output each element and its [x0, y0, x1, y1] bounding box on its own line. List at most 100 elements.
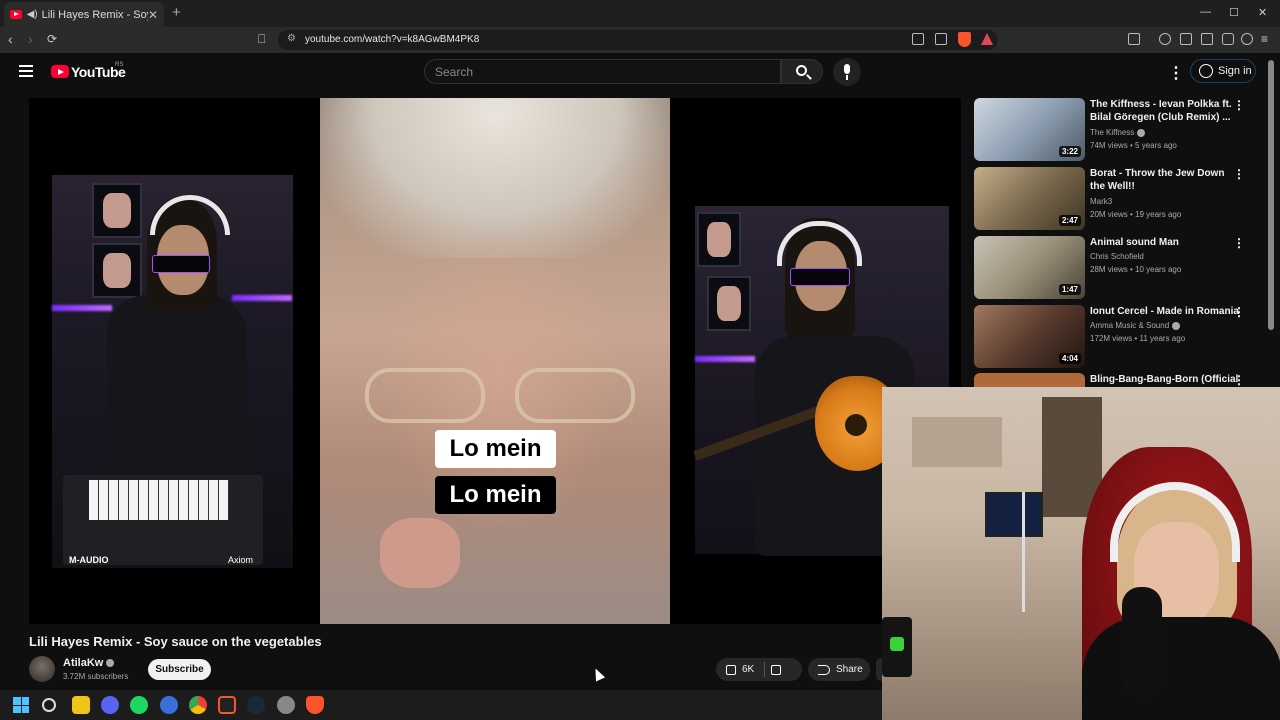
video-center-panel: Lo mein Lo mein: [320, 98, 670, 624]
brave-rewards-icon[interactable]: [981, 33, 993, 45]
tab-close-icon[interactable]: ✕: [148, 8, 158, 22]
recommendation-item[interactable]: Bling-Bang-Bang-Born (Official ⋮: [974, 373, 1264, 387]
recommendation-title[interactable]: Ionut Cercel - Made in Romania: [1090, 305, 1240, 318]
headphones: [777, 221, 862, 266]
screen-image: [697, 212, 741, 267]
channel-avatar[interactable]: [29, 656, 55, 682]
screenshot-icon[interactable]: [1128, 33, 1140, 45]
recommendation-thumbnail[interactable]: 1:47: [974, 236, 1085, 299]
youtube-logo-icon[interactable]: [51, 65, 69, 78]
shield-app-icon[interactable]: [218, 696, 236, 714]
forward-icon[interactable]: ›: [28, 31, 33, 47]
address-bar[interactable]: ⚙ youtube.com/watch?v=k8AGwBM4PK8: [278, 30, 998, 50]
duration-badge: 3:22: [1058, 146, 1081, 157]
recommendation-item[interactable]: 2:47 Borat - Throw the Jew Down the Well…: [974, 167, 1264, 230]
channel-name[interactable]: AtilaKw: [63, 657, 115, 669]
window-close-icon[interactable]: ✕: [1258, 6, 1267, 19]
url-text[interactable]: youtube.com/watch?v=k8AGwBM4PK8: [305, 34, 479, 45]
audio-playing-icon[interactable]: ◀): [27, 9, 38, 20]
browser-toolbar: ‹ › ⟳ ⎕ ⚙ youtube.com/watch?v=k8AGwBM4PK…: [0, 27, 1280, 53]
sign-in-button[interactable]: Sign in: [1190, 59, 1256, 83]
chrome-icon[interactable]: [189, 696, 207, 714]
microphone: [1122, 587, 1162, 697]
site-info-icon[interactable]: ⚙: [287, 33, 296, 44]
settings-app-icon[interactable]: [277, 696, 295, 714]
recommendation-menu-icon[interactable]: ⋮: [1233, 236, 1245, 250]
verified-icon: [106, 659, 115, 668]
light-strip: [695, 356, 755, 362]
recommendation-channel[interactable]: The Kiffness: [1090, 128, 1146, 137]
new-tab-icon[interactable]: +: [172, 4, 181, 21]
search-box[interactable]: [424, 59, 781, 84]
recommendation-meta: 28M views • 10 years ago: [1090, 265, 1182, 274]
recommendation-item[interactable]: 1:47 Animal sound Man Chris Schofield 28…: [974, 236, 1264, 299]
recommendation-channel-text[interactable]: The Kiffness: [1090, 128, 1134, 137]
wall-shelf: [912, 417, 1002, 467]
page-scrollbar[interactable]: [1268, 60, 1274, 330]
file-explorer-icon[interactable]: [72, 696, 90, 714]
settings-kebab-icon[interactable]: ⋮: [1168, 63, 1184, 83]
app-icon[interactable]: [160, 696, 178, 714]
vpn-icon[interactable]: [1241, 33, 1253, 45]
guide-menu-icon[interactable]: [19, 65, 33, 77]
recommendation-title[interactable]: The Kiffness - Ievan Polkka ft. Bilal Gö…: [1090, 98, 1240, 124]
recommendation-thumbnail[interactable]: [974, 373, 1085, 387]
headphones: [150, 195, 230, 235]
menu-icon[interactable]: ≡: [1261, 32, 1268, 46]
duration-badge: 1:47: [1058, 284, 1081, 295]
recommendation-thumbnail[interactable]: 4:04: [974, 305, 1085, 368]
taskbar-search-icon[interactable]: [42, 698, 56, 712]
recommendation-menu-icon[interactable]: ⋮: [1233, 98, 1245, 112]
bookmark-icon[interactable]: ⎕: [258, 32, 265, 47]
recommendation-title[interactable]: Bling-Bang-Bang-Born (Official: [1090, 373, 1240, 386]
recommendation-thumbnail[interactable]: 2:47: [974, 167, 1085, 230]
recommendation-meta: 172M views • 11 years ago: [1090, 334, 1186, 343]
recommendation-channel-text[interactable]: Amma Music & Sound: [1090, 321, 1169, 330]
pixel-sunglasses: [152, 255, 210, 273]
discord-icon[interactable]: [101, 696, 119, 714]
brave-browser-icon[interactable]: [306, 696, 324, 714]
cast-icon[interactable]: [912, 33, 924, 45]
share-button[interactable]: Share: [808, 658, 870, 681]
media-icon[interactable]: [1159, 33, 1171, 45]
recommendation-thumbnail[interactable]: 3:22: [974, 98, 1085, 161]
leo-icon[interactable]: [1222, 33, 1234, 45]
recommendation-menu-icon[interactable]: ⋮: [1233, 167, 1245, 181]
recommendation-item[interactable]: 4:04 Ionut Cercel - Made in Romania Amma…: [974, 305, 1264, 368]
sidebar-icon[interactable]: [1180, 33, 1192, 45]
recommendation-item[interactable]: 3:22 The Kiffness - Ievan Polkka ft. Bil…: [974, 98, 1264, 161]
light-strip: [232, 295, 292, 301]
dislike-icon[interactable]: [771, 664, 782, 675]
back-icon[interactable]: ‹: [8, 31, 13, 47]
recommendation-title[interactable]: Animal sound Man: [1090, 236, 1240, 249]
subscribe-button[interactable]: Subscribe: [148, 659, 211, 680]
share-page-icon[interactable]: [935, 33, 947, 45]
maximize-icon[interactable]: ☐: [1229, 6, 1239, 19]
user-icon: [1199, 64, 1213, 78]
recommendation-menu-icon[interactable]: ⋮: [1233, 305, 1245, 319]
screen-image: [92, 183, 142, 238]
search-input[interactable]: [435, 65, 755, 79]
recommendation-title[interactable]: Borat - Throw the Jew Down the Well!!: [1090, 167, 1240, 193]
reload-icon[interactable]: ⟳: [47, 32, 57, 46]
windows-start-icon[interactable]: [13, 697, 29, 713]
channel-name-text[interactable]: AtilaKw: [63, 657, 103, 669]
steam-icon[interactable]: [247, 696, 265, 714]
video-player[interactable]: M-AUDIO Axiom Lo mein Lo mein: [29, 98, 961, 624]
recommendation-channel[interactable]: Mark3: [1090, 197, 1112, 206]
wallet-icon[interactable]: [1201, 33, 1213, 45]
brave-shields-icon[interactable]: [958, 32, 971, 47]
recommendation-channel[interactable]: Amma Music & Sound: [1090, 321, 1181, 330]
keyboard-brand: M-AUDIO: [69, 555, 109, 565]
recommendation-meta: 74M views • 5 years ago: [1090, 141, 1177, 150]
minimize-icon[interactable]: —: [1200, 6, 1211, 18]
recommendation-menu-icon[interactable]: ⋮: [1233, 373, 1245, 387]
recommendation-channel[interactable]: Chris Schofield: [1090, 252, 1144, 261]
search-button[interactable]: [781, 59, 823, 84]
like-count[interactable]: 6K: [742, 664, 754, 675]
spotify-icon[interactable]: [130, 696, 148, 714]
browser-tab[interactable]: ◀) Lili Hayes Remix - Soy sauce o ✕: [4, 2, 164, 27]
mouse-cursor: [590, 666, 606, 682]
voice-search-icon[interactable]: [833, 58, 861, 86]
like-icon[interactable]: [726, 664, 736, 675]
